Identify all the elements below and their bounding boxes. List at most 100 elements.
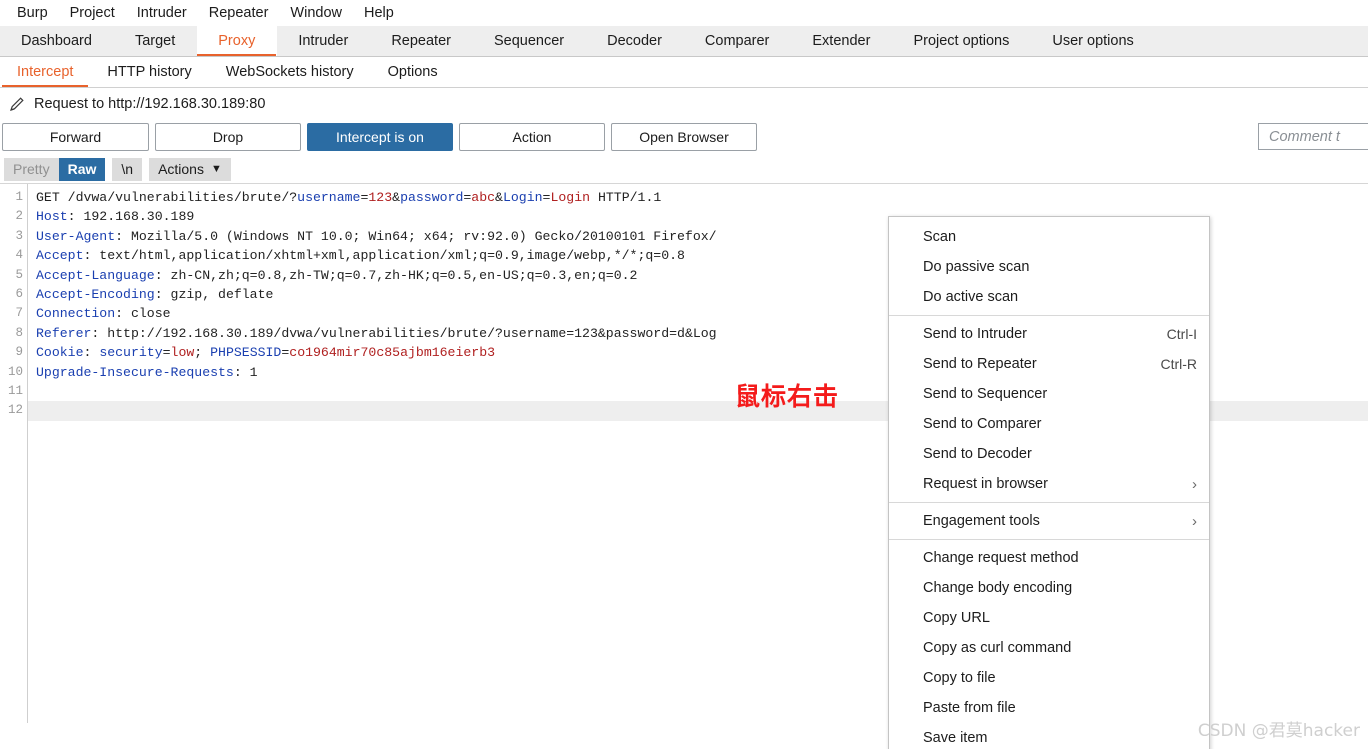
subtab-http-history[interactable]: HTTP history bbox=[90, 57, 208, 87]
burp-suite-window: Burp Project Intruder Repeater Window Help Da… bbox=[0, 0, 1368, 749]
code-token: Upgrade-Insecure-Requests bbox=[36, 364, 234, 380]
menubar-item-intruder[interactable]: Intruder bbox=[126, 3, 198, 23]
context-menu-item-label: Copy as curl command bbox=[923, 640, 1072, 656]
code-token: : http://192.168.30.189/dvwa/vulnerabili… bbox=[91, 325, 717, 341]
context-menu-item-change-request-method[interactable]: Change request method bbox=[889, 543, 1209, 573]
subtab-label: HTTP history bbox=[107, 64, 192, 80]
context-menu-item-send-to-comparer[interactable]: Send to Comparer bbox=[889, 409, 1209, 439]
code-token: Host bbox=[36, 209, 68, 225]
tab-project-options[interactable]: Project options bbox=[892, 26, 1031, 56]
tab-label: Intruder bbox=[298, 33, 349, 49]
context-menu-item-shortcut: Ctrl-I bbox=[1166, 326, 1197, 342]
line-number: 8 bbox=[15, 325, 23, 340]
comment-input[interactable]: Comment t bbox=[1258, 123, 1368, 150]
subtab-intercept[interactable]: Intercept bbox=[0, 57, 90, 87]
code-token: : bbox=[83, 345, 100, 361]
line-number-gutter: 1 2 3 4 5 6 7 8 9 10 11 12 bbox=[0, 184, 28, 723]
code-token: Cookie bbox=[36, 345, 84, 361]
tab-decoder[interactable]: Decoder bbox=[586, 26, 684, 56]
tab-label: Sequencer bbox=[493, 33, 565, 49]
context-menu-item-save-item[interactable]: Save item bbox=[889, 723, 1209, 749]
context-menu-item-label: Copy to file bbox=[923, 670, 996, 686]
tab-proxy[interactable]: Proxy bbox=[197, 26, 278, 56]
code-token: ; bbox=[194, 345, 211, 361]
line-number: 4 bbox=[15, 248, 23, 263]
subtab-websockets-history[interactable]: WebSockets history bbox=[209, 57, 371, 87]
context-menu-item-label: Scan bbox=[923, 229, 957, 245]
open-browser-button[interactable]: Open Browser bbox=[611, 123, 757, 151]
context-menu-item-engagement-tools[interactable]: Engagement tools › bbox=[889, 506, 1209, 536]
intercept-action-bar: Forward Drop Intercept is on Action Open… bbox=[0, 119, 1368, 155]
line-number: 3 bbox=[15, 228, 23, 243]
context-menu-item-do-passive-scan[interactable]: Do passive scan bbox=[889, 252, 1209, 282]
context-menu-separator bbox=[889, 315, 1209, 316]
context-menu-item-label: Send to Intruder bbox=[923, 326, 1027, 342]
subtab-options[interactable]: Options bbox=[371, 57, 455, 87]
request-target-label: Request to http://192.168.30.189:80 bbox=[34, 95, 266, 112]
tab-user-options[interactable]: User options bbox=[1031, 26, 1155, 56]
subtab-label: WebSockets history bbox=[225, 64, 354, 80]
tab-dashboard[interactable]: Dashboard bbox=[0, 26, 114, 56]
tab-sequencer[interactable]: Sequencer bbox=[473, 26, 586, 56]
code-token: : Mozilla/5.0 (Windows NT 10.0; Win64; x… bbox=[115, 228, 717, 244]
line-number: 2 bbox=[15, 209, 23, 224]
forward-button[interactable]: Forward bbox=[2, 123, 149, 151]
tab-target[interactable]: Target bbox=[114, 26, 197, 56]
context-menu-item-copy-url[interactable]: Copy URL bbox=[889, 603, 1209, 633]
code-token: username bbox=[297, 190, 361, 205]
context-menu-item-send-to-intruder[interactable]: Send to Intruder Ctrl-I bbox=[889, 319, 1209, 349]
context-menu-item-send-to-repeater[interactable]: Send to Repeater Ctrl-R bbox=[889, 349, 1209, 379]
proxy-sub-tab-strip: Intercept HTTP history WebSockets history O… bbox=[0, 57, 1368, 88]
tab-intruder[interactable]: Intruder bbox=[277, 26, 370, 56]
code-token: : text/html,application/xhtml+xml,applic… bbox=[83, 248, 685, 264]
context-menu-item-label: Engagement tools bbox=[923, 513, 1040, 529]
line-number: 6 bbox=[15, 286, 23, 301]
context-menu-item-label: Send to Comparer bbox=[923, 416, 1042, 432]
tab-repeater[interactable]: Repeater bbox=[370, 26, 473, 56]
context-menu-item-label: Change body encoding bbox=[923, 580, 1073, 596]
request-context-menu[interactable]: Scan Do passive scan Do active scan Send to… bbox=[888, 216, 1210, 749]
menubar-item-burp[interactable]: Burp bbox=[6, 3, 59, 23]
context-menu-item-paste-from-file[interactable]: Paste from file bbox=[889, 693, 1209, 723]
pretty-button[interactable]: Pretty bbox=[4, 157, 59, 181]
code-token: Connection bbox=[36, 306, 116, 322]
message-format-toolbar: Pretty Raw \n Actions ▼ bbox=[0, 155, 1368, 184]
context-menu-item-do-active-scan[interactable]: Do active scan bbox=[889, 282, 1209, 312]
context-menu-item-send-to-decoder[interactable]: Send to Decoder bbox=[889, 439, 1209, 469]
menubar-item-help[interactable]: Help bbox=[353, 3, 405, 23]
raw-button[interactable]: Raw bbox=[58, 157, 106, 181]
code-token: User-Agent bbox=[36, 228, 116, 244]
code-token: 123 bbox=[368, 190, 393, 205]
menubar-item-project[interactable]: Project bbox=[59, 3, 126, 23]
menubar: Burp Project Intruder Repeater Window Help bbox=[0, 0, 1368, 26]
context-menu-item-label: Copy URL bbox=[923, 610, 990, 626]
context-menu-item-request-in-browser[interactable]: Request in browser › bbox=[889, 469, 1209, 499]
tab-extender[interactable]: Extender bbox=[791, 26, 892, 56]
code-token: password bbox=[400, 190, 464, 205]
actions-menu-button[interactable]: Actions ▼ bbox=[149, 157, 231, 181]
tab-label: Decoder bbox=[607, 33, 662, 49]
context-menu-item-scan[interactable]: Scan bbox=[889, 222, 1209, 252]
code-token: = bbox=[162, 345, 171, 361]
chevron-down-icon: ▼ bbox=[210, 162, 222, 175]
context-menu-item-change-body-encoding[interactable]: Change body encoding bbox=[889, 573, 1209, 603]
line-number: 12 bbox=[7, 403, 23, 418]
newline-button[interactable]: \n bbox=[112, 157, 143, 181]
code-token: PHPSESSID bbox=[210, 345, 282, 361]
context-menu-item-copy-to-file[interactable]: Copy to file bbox=[889, 663, 1209, 693]
drop-button[interactable]: Drop bbox=[155, 123, 301, 151]
context-menu-item-send-to-sequencer[interactable]: Send to Sequencer bbox=[889, 379, 1209, 409]
tab-comparer[interactable]: Comparer bbox=[684, 26, 791, 56]
intercept-toggle-button[interactable]: Intercept is on bbox=[307, 123, 453, 151]
line-number: 7 bbox=[15, 306, 23, 321]
code-token: abc bbox=[471, 190, 496, 205]
menubar-item-repeater[interactable]: Repeater bbox=[198, 3, 280, 23]
action-button[interactable]: Action bbox=[459, 123, 605, 151]
context-menu-item-copy-as-curl-command[interactable]: Copy as curl command bbox=[889, 633, 1209, 663]
code-token: co1964mir70c85ajbm16eierb3 bbox=[289, 345, 496, 361]
main-tab-strip: Dashboard Target Proxy Intruder Repeater Sequ… bbox=[0, 26, 1368, 57]
tab-label: Proxy bbox=[218, 33, 256, 49]
menubar-item-window[interactable]: Window bbox=[279, 3, 353, 23]
line-number: 1 bbox=[15, 190, 23, 204]
context-menu-item-label: Do passive scan bbox=[923, 259, 1030, 275]
